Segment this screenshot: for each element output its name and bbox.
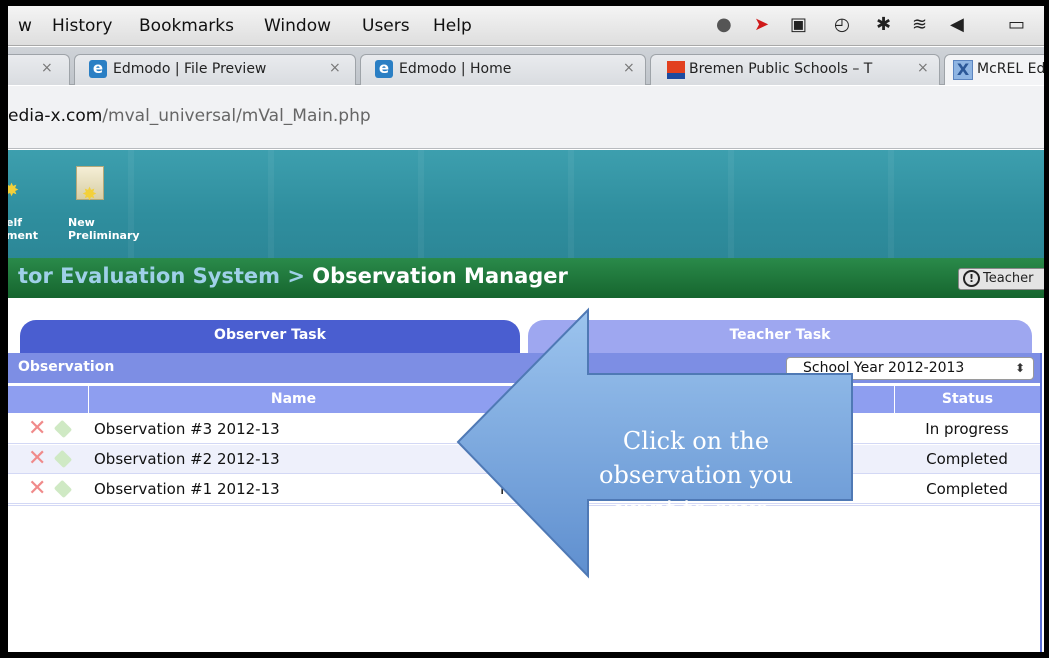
section-title: Observation — [18, 359, 115, 375]
bremen-schools-icon — [667, 61, 685, 79]
menu-bar: w History Bookmarks Window Users Help ● … — [8, 6, 1044, 46]
close-icon[interactable]: × — [623, 60, 635, 76]
menu-help[interactable]: Help — [433, 16, 472, 36]
tab-bremen-public-schools[interactable]: Bremen Public Schools – T × — [650, 54, 940, 85]
breadcrumb: tor Evaluation System > Observation Mana… — [18, 264, 568, 288]
teacher-button[interactable]: ! Teacher — [958, 268, 1044, 290]
observation-status: Completed — [926, 450, 1008, 468]
title-bar: tor Evaluation System > Observation Mana… — [8, 258, 1044, 298]
self-assessment-button[interactable]: elf ment — [8, 216, 38, 242]
tab-mcrel[interactable]: X McREL Ed — [944, 54, 1044, 85]
menu-users[interactable]: Users — [362, 16, 410, 36]
record-icon[interactable]: ● — [716, 14, 732, 35]
volume-icon[interactable]: ◀ — [950, 14, 964, 35]
tab-label: McREL Ed — [977, 61, 1044, 77]
observation-name[interactable]: Observation #3 2012-13 — [94, 415, 494, 444]
edmodo-icon: e — [89, 60, 107, 78]
tab-label: Edmodo | File Preview — [113, 61, 267, 77]
cursor-app-icon[interactable]: ➤ — [754, 14, 769, 35]
menu-window[interactable]: Window — [264, 16, 331, 36]
display-icon[interactable]: ▣ — [790, 14, 807, 35]
mcrel-icon: X — [953, 60, 973, 80]
address-bar[interactable]: edia-x.com/mval_universal/mVal_Main.php — [8, 86, 1044, 149]
tab-strip: × e Edmodo | File Preview × e Edmodo | H… — [8, 47, 1044, 85]
observation-name[interactable]: Observation #1 2012-13 — [94, 475, 494, 504]
screenshot-frame: w History Bookmarks Window Users Help ● … — [8, 6, 1044, 652]
observation-name[interactable]: Observation #2 2012-13 — [94, 445, 494, 474]
tab-label: Edmodo | Home — [399, 61, 512, 77]
tag-icon[interactable] — [53, 479, 73, 499]
time-machine-icon[interactable]: ◴ — [834, 14, 850, 35]
page-title: Observation Manager — [312, 264, 568, 288]
star-icon: ✸ — [8, 180, 20, 201]
callout-text: Click on the observation you want to sav… — [599, 427, 793, 523]
delete-icon[interactable]: ✕ — [28, 478, 46, 500]
close-icon[interactable]: × — [41, 60, 53, 76]
delete-icon[interactable]: ✕ — [28, 418, 46, 440]
battery-icon[interactable]: ▭ — [1008, 14, 1025, 35]
app-banner: ✸ elf ment ✸ New Preliminary — [8, 150, 1044, 258]
select-arrows-icon: ⬍ — [1014, 361, 1025, 375]
tab-edmodo-home[interactable]: e Edmodo | Home × — [360, 54, 646, 85]
new-preliminary-button[interactable]: New Preliminary — [68, 216, 140, 242]
menu-history[interactable]: History — [52, 16, 112, 36]
tab-label: Bremen Public Schools – T — [689, 61, 873, 77]
close-icon[interactable]: × — [329, 60, 341, 76]
tag-icon[interactable] — [53, 449, 73, 469]
menu-view[interactable]: w — [18, 16, 32, 36]
tab-observer-task[interactable]: Observer Task — [20, 320, 520, 353]
observation-status: In progress — [925, 420, 1009, 438]
column-header-status[interactable]: Status — [894, 386, 1040, 413]
wifi-icon[interactable]: ≋ — [912, 14, 927, 35]
tab-partial[interactable]: × — [8, 54, 70, 85]
tab-edmodo-file-preview[interactable]: e Edmodo | File Preview × — [74, 54, 356, 85]
tag-icon[interactable] — [53, 419, 73, 439]
info-icon: ! — [963, 270, 980, 287]
menu-bookmarks[interactable]: Bookmarks — [139, 16, 234, 36]
observation-status: Completed — [926, 480, 1008, 498]
edmodo-icon: e — [375, 60, 393, 78]
bluetooth-icon[interactable]: ✱ — [876, 14, 891, 35]
delete-icon[interactable]: ✕ — [28, 448, 46, 470]
star-icon: ✸ — [82, 184, 98, 205]
url-text[interactable]: edia-x.com/mval_universal/mVal_Main.php — [8, 106, 371, 126]
column-header-name[interactable]: Name — [88, 386, 498, 413]
close-icon[interactable]: × — [917, 60, 929, 76]
